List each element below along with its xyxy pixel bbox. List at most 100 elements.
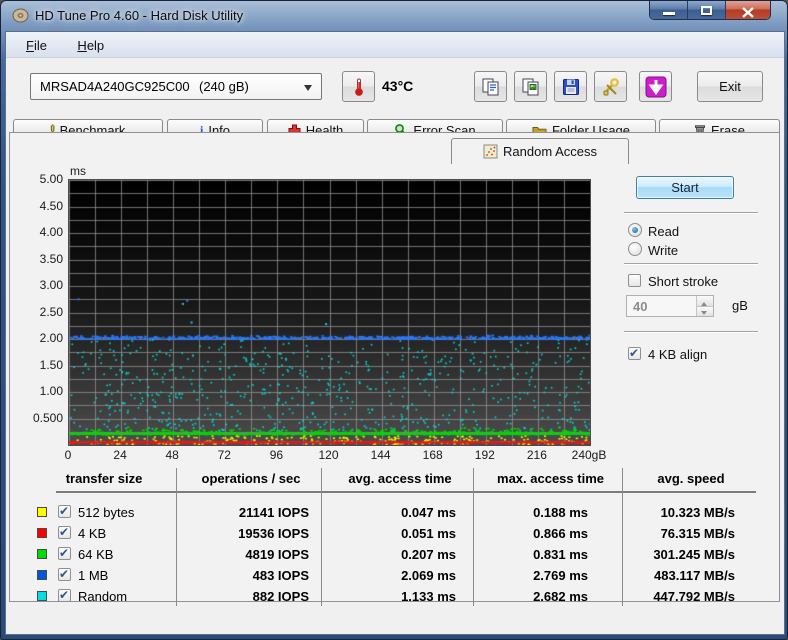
header-underline [56,491,756,493]
random-access-chart [68,179,591,446]
series-label: Random [78,589,127,604]
exit-button[interactable]: Exit [697,71,763,102]
y-tick-label: 5.00 [23,172,63,186]
tools-icon [601,77,621,97]
temperature-value: 43°C [382,78,413,94]
menu-bar: File Help [6,32,784,58]
y-tick-label: 2.00 [23,331,63,345]
col-header-transfer-size: transfer size [31,471,177,486]
x-tick-label: 72 [201,448,247,462]
avg-access-value: 0.207 ms [331,547,456,562]
x-tick-label: 168 [410,448,456,462]
align-checkbox[interactable] [628,347,641,360]
chevron-down-icon [304,85,312,95]
divider [624,263,758,265]
options-button[interactable] [594,71,627,102]
max-access-value: 0.866 ms [463,526,588,541]
exit-label: Exit [719,79,741,94]
save-button[interactable] [554,71,587,102]
title-bar[interactable]: HD Tune Pro 4.60 - Hard Disk Utility [1,1,787,31]
column-divider [176,468,177,606]
max-access-value: 0.188 ms [463,505,588,520]
start-button[interactable]: Start [636,176,734,199]
menu-file[interactable]: File [20,36,53,55]
write-label: Write [648,243,678,258]
max-access-value: 2.682 ms [463,589,588,604]
short-stroke-size-spinner[interactable]: 40 [626,295,714,317]
write-radio[interactable] [628,242,642,256]
y-tick-label: 3.00 [23,278,63,292]
col-header-avg-access: avg. access time [326,471,474,486]
start-label: Start [671,180,698,195]
y-tick-label: 4.00 [23,225,63,239]
series-label: 512 bytes [78,505,134,520]
avg-speed-value: 483.117 MB/s [611,568,735,583]
avg-access-value: 1.133 ms [331,589,456,604]
spinner-down-button[interactable] [697,307,713,317]
copy-image-icon [521,77,541,97]
x-tick-label: 192 [462,448,508,462]
x-tick-label: 216 [514,448,560,462]
drive-select[interactable]: MRSAD4A240GC925C00 (240 gB) [30,73,322,100]
series-color-swatch [37,528,47,538]
series-color-swatch [37,549,47,559]
download-button[interactable] [639,71,672,102]
avg-access-value: 0.047 ms [331,505,456,520]
series-label: 1 MB [78,568,108,583]
x-tick-label: 240gB [566,448,612,462]
close-button[interactable] [726,1,770,20]
divider [624,331,758,333]
align-label: 4 KB align [648,347,707,362]
window-title: HD Tune Pro 4.60 - Hard Disk Utility [35,8,243,23]
drive-capacity: (240 gB) [199,79,249,94]
copy-text-icon [481,77,501,97]
arrow-up-icon [701,299,707,306]
ops-value: 483 IOPS [184,568,309,583]
avg-access-value: 0.051 ms [331,526,456,541]
series-checkbox[interactable] [58,589,71,602]
temperature-button[interactable] [342,71,375,102]
avg-access-value: 2.069 ms [331,568,456,583]
spinner-up-button[interactable] [697,296,713,307]
series-color-swatch [37,570,47,580]
maximize-button[interactable] [688,1,726,20]
minimize-icon [663,12,675,15]
x-tick-label: 144 [358,448,404,462]
series-checkbox[interactable] [58,568,71,581]
ops-value: 4819 IOPS [184,547,309,562]
series-checkbox[interactable] [58,547,71,560]
col-header-operations: operations / sec [181,471,321,486]
max-access-value: 0.831 ms [463,547,588,562]
divider [624,212,758,214]
stroke-unit-label: gB [732,298,748,313]
tab-label: Random Access [503,144,597,159]
minimize-button[interactable] [650,1,688,20]
copy-text-button[interactable] [474,71,507,102]
short-stroke-checkbox[interactable] [628,274,641,287]
ops-value: 19536 IOPS [184,526,309,541]
max-access-value: 2.769 ms [463,568,588,583]
avg-speed-value: 447.792 MB/s [611,589,735,604]
column-divider [321,468,322,606]
y-tick-label: 0.500 [23,411,63,425]
x-tick-label: 120 [306,448,352,462]
short-stroke-label: Short stroke [648,274,718,289]
col-header-max-access: max. access time [479,471,622,486]
menu-help[interactable]: Help [71,36,110,55]
x-tick-label: 48 [149,448,195,462]
app-window: HD Tune Pro 4.60 - Hard Disk Utility Fil… [0,0,788,640]
series-checkbox[interactable] [58,505,71,518]
read-radio[interactable] [628,223,642,237]
x-tick-label: 24 [97,448,143,462]
avg-speed-value: 10.323 MB/s [611,505,735,520]
series-checkbox[interactable] [58,526,71,539]
copy-image-button[interactable] [514,71,547,102]
short-stroke-size-value: 40 [633,299,647,314]
avg-speed-value: 76.315 MB/s [611,526,735,541]
close-icon [742,5,754,20]
series-color-swatch [37,591,47,601]
spinner-buttons [696,296,713,316]
random-access-icon [483,144,498,159]
tab-random-access[interactable]: Random Access [451,138,629,164]
y-tick-label: 1.50 [23,358,63,372]
